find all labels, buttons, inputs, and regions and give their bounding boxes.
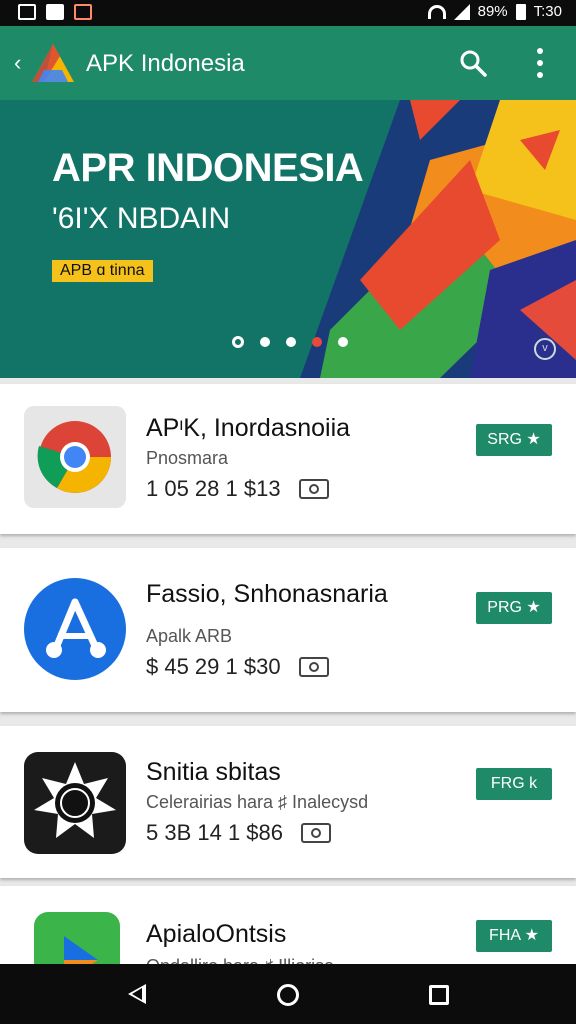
carousel-dot[interactable] [338,337,348,347]
camera-icon [298,479,329,499]
app-developer: Pnosmara [146,448,229,468]
featured-banner[interactable]: APR INDONESIA '6I'X NBDAIN APB ɑ tinna v [0,100,576,378]
app-bar: ‹ APK Indonesia [0,26,576,100]
app-name: APᶦK, Inordasnoiia [146,414,351,442]
notification-icons [18,4,92,20]
system-nav-bar [0,964,576,1024]
install-button[interactable]: FRG k [476,768,552,800]
app-list-item[interactable]: APᶦK, Inordasnoiia Pnosmara 1 05 28 1 $1… [0,384,576,534]
camera-icon [301,823,332,843]
camera-app-icon [24,752,126,854]
app-name: Snitia sbitas [146,758,281,786]
install-button[interactable]: PRG ★ [476,592,552,624]
app-meta: 1 05 28 1 $13 [146,476,329,502]
app-list-item[interactable]: ApialoOntsis Ondalliro hara ♯ Illiorisa … [0,886,576,1014]
more-icon[interactable] [530,48,550,78]
app-name: ApialoOntsis [146,920,287,948]
app-meta-text: $ 45 29 1 $30 [146,654,281,679]
app-meta-text: 5 3B 14 1 $86 [146,820,284,845]
app-list-item[interactable]: Fassio, Snhonasnaria Apalk ARB $ 45 29 1… [0,548,576,712]
back-icon[interactable]: ‹ [14,52,21,74]
clock: T:30 [533,3,562,20]
app-notification-icon [74,4,92,20]
carousel-dot[interactable] [260,337,270,347]
app-meta-text: 1 05 28 1 $13 [146,476,281,501]
app-store-icon [24,578,126,680]
app-name: Fassio, Snhonasnaria [146,580,388,608]
app-title: APK Indonesia [86,50,245,77]
chrome-app-icon [24,406,126,508]
nav-home-icon[interactable] [277,984,299,1006]
app-logo [32,44,74,82]
verified-icon: v [534,338,556,360]
signal-icon [453,3,470,20]
camera-icon [298,657,329,677]
install-button[interactable]: SRG ★ [476,424,552,456]
banner-title: APR INDONESIA [52,146,364,190]
app-developer: Apalk ARB [146,626,233,646]
carousel-dot[interactable] [286,337,296,347]
battery-icon [515,3,526,20]
app-list-item[interactable]: Snitia sbitas Celerairias hara ♯ Inalecy… [0,726,576,878]
banner-subtitle: '6I'X NBDAIN [52,202,231,235]
install-button[interactable]: FHA ★ [476,920,552,952]
status-bar: 89% T:30 [0,0,576,26]
carousel-dot[interactable] [232,336,244,348]
battery-percent: 89% [477,3,508,20]
carousel-indicator[interactable] [232,336,348,348]
carousel-dot[interactable] [312,337,322,347]
banner-tag: APB ɑ tinna [52,260,153,282]
app-meta: 5 3B 14 1 $86 [146,820,332,846]
nav-recent-icon[interactable] [429,985,449,1005]
message-icon [46,4,64,20]
image-icon [18,4,36,20]
wifi-icon [427,4,446,19]
search-icon[interactable] [458,48,488,78]
app-meta: $ 45 29 1 $30 [146,654,329,680]
nav-back-icon[interactable] [128,984,146,1004]
app-developer: Celerairias hara ♯ Inalecysd [146,792,369,812]
